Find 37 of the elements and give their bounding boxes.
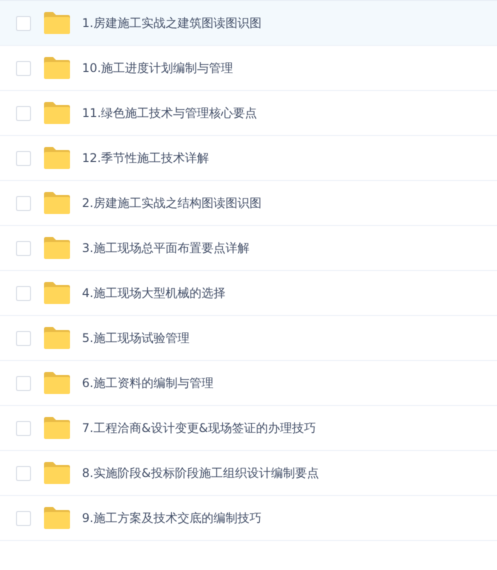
checkbox[interactable]: [16, 60, 31, 76]
folder-name[interactable]: 3.施工现场总平面布置要点详解: [82, 240, 250, 256]
folder-icon: [44, 102, 70, 124]
folder-name[interactable]: 5.施工现场试验管理: [82, 330, 190, 346]
folder-name[interactable]: 7.工程洽商&设计变更&现场签证的办理技巧: [82, 420, 316, 436]
folder-icon: [44, 282, 70, 304]
folder-icon: [44, 327, 70, 349]
folder-name[interactable]: 1.房建施工实战之建筑图读图识图: [82, 14, 262, 32]
folder-icon: [44, 237, 70, 259]
checkbox[interactable]: [16, 510, 31, 526]
folder-icon: [44, 57, 70, 79]
folder-name[interactable]: 11.绿色施工技术与管理核心要点: [82, 104, 258, 122]
folder-icon: [44, 462, 70, 484]
folder-name[interactable]: 6.施工资料的编制与管理: [82, 374, 214, 392]
checkbox[interactable]: [16, 196, 31, 210]
file-row[interactable]: 1.房建施工实战之建筑图读图识图: [0, 1, 497, 46]
folder-name[interactable]: 9.施工方案及技术交底的编制技巧: [82, 510, 262, 526]
checkbox[interactable]: [16, 16, 31, 30]
folder-icon: [44, 147, 70, 169]
folder-name[interactable]: 10.施工进度计划编制与管理: [82, 60, 234, 76]
folder-icon: [44, 192, 70, 214]
checkbox[interactable]: [16, 376, 31, 390]
folder-name[interactable]: 2.房建施工实战之结构图读图识图: [82, 194, 262, 212]
folder-icon: [44, 507, 70, 529]
folder-name[interactable]: 4.施工现场大型机械的选择: [82, 284, 226, 302]
checkbox[interactable]: [16, 286, 31, 300]
checkbox[interactable]: [16, 240, 31, 256]
folder-icon: [44, 372, 70, 394]
folder-name[interactable]: 12.季节性施工技术详解: [82, 150, 210, 166]
folder-icon: [44, 12, 70, 34]
checkbox[interactable]: [16, 330, 31, 346]
folder-icon: [44, 417, 70, 439]
folder-name[interactable]: 8.实施阶段&投标阶段施工组织设计编制要点: [82, 464, 319, 482]
checkbox[interactable]: [16, 466, 31, 480]
checkbox[interactable]: [16, 150, 31, 166]
checkbox[interactable]: [16, 106, 31, 120]
checkbox[interactable]: [16, 420, 31, 436]
